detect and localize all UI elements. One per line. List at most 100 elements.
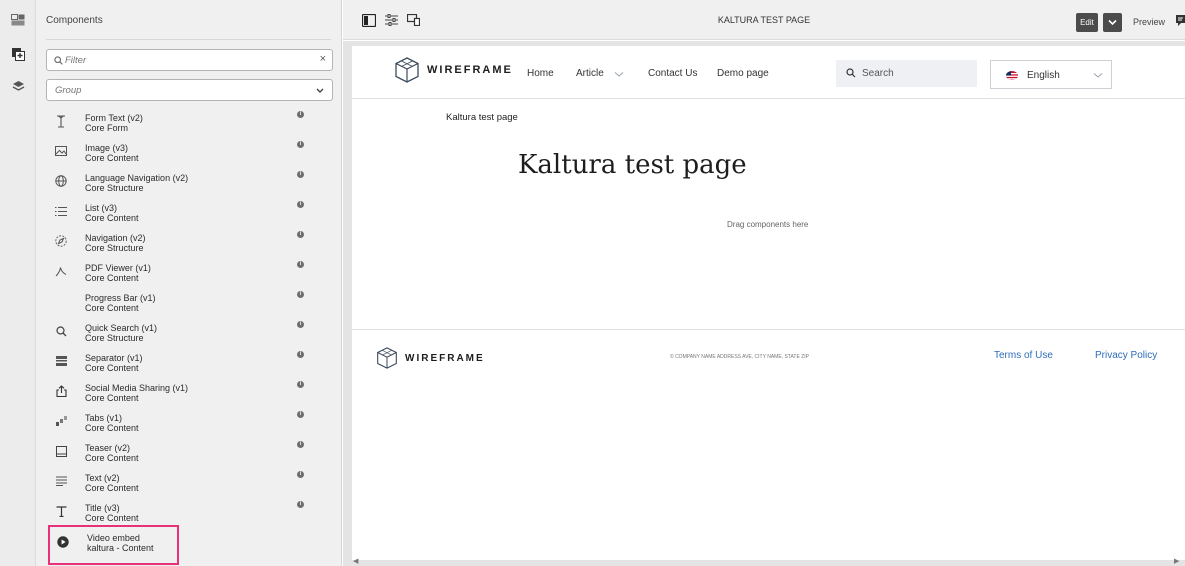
info-icon[interactable]: i — [297, 231, 304, 238]
info-icon[interactable]: i — [297, 321, 304, 328]
component-list: Form Text (v2) Core Form i Image (v3) Core C… — [46, 108, 326, 566]
info-icon[interactable]: i — [297, 261, 304, 268]
drop-zone-hint[interactable]: Drag components here — [727, 220, 808, 229]
nav-home[interactable]: Home — [527, 68, 554, 79]
component-group: Core Content — [85, 273, 139, 283]
panel-title: Components — [46, 15, 103, 26]
component-item[interactable]: Text (v2) Core Content i — [46, 468, 326, 498]
components-panel: Components Filter × Group Form Text (v2)… — [36, 0, 364, 566]
component-group: Core Content — [85, 213, 139, 223]
component-item[interactable]: Form Text (v2) Core Form i — [46, 108, 326, 138]
component-item[interactable]: List (v3) Core Content i — [46, 198, 326, 228]
component-group: Core Content — [85, 513, 139, 523]
component-item[interactable]: Tabs (v1) Core Content i — [46, 408, 326, 438]
component-item[interactable]: PDF Viewer (v1) Core Content i — [46, 258, 326, 288]
info-icon[interactable]: i — [297, 141, 304, 148]
chevron-down-icon — [1093, 73, 1103, 78]
site-logo-text: WIREFRAME — [427, 64, 513, 76]
cube-logo-icon — [395, 57, 419, 83]
component-title: List (v3) — [85, 203, 118, 213]
component-item[interactable]: Video embed kaltura - Content — [48, 525, 179, 565]
nav-article[interactable]: Article — [576, 68, 604, 79]
info-icon[interactable]: i — [297, 501, 304, 508]
component-item[interactable]: Language Navigation (v2) Core Structure i — [46, 168, 326, 198]
copyright-text: © COMPANY NAME ADDRESS AVE, CITY NAME, S… — [670, 354, 809, 360]
component-group: Core Content — [85, 303, 139, 313]
site-search-placeholder: Search — [862, 68, 894, 79]
chevron-down-icon[interactable] — [614, 71, 624, 78]
chevron-down-icon — [1108, 19, 1117, 26]
mode-dropdown-button[interactable] — [1103, 13, 1122, 32]
image-icon — [54, 144, 68, 158]
info-icon[interactable]: i — [297, 441, 304, 448]
terms-of-use-link[interactable]: Terms of Use — [994, 350, 1053, 361]
us-flag-icon — [1006, 71, 1018, 80]
compass-icon — [54, 234, 68, 248]
breadcrumb[interactable]: Kaltura test page — [446, 112, 518, 123]
component-group: Core Structure — [85, 333, 144, 343]
scroll-right-arrow[interactable]: ▶ — [1174, 557, 1179, 565]
component-group: kaltura - Content — [87, 543, 154, 553]
page-title: KALTURA TEST PAGE — [717, 15, 811, 25]
preview-button[interactable]: Preview — [1133, 17, 1165, 27]
component-title: Title (v3) — [85, 503, 120, 513]
clear-icon[interactable]: × — [320, 53, 326, 65]
filter-placeholder: Filter — [65, 55, 87, 66]
component-title: Teaser (v2) — [85, 443, 131, 453]
scroll-left-arrow[interactable]: ◀ — [353, 557, 358, 565]
chevron-down-icon — [316, 88, 324, 93]
component-title: Text (v2) — [85, 473, 120, 483]
component-item[interactable]: Separator (v1) Core Content i — [46, 348, 326, 378]
component-group: Core Structure — [85, 183, 144, 193]
component-title: Form Text (v2) — [85, 113, 143, 123]
component-group: Core Content — [85, 363, 139, 373]
site-logo[interactable]: WIREFRAME — [394, 57, 513, 83]
play-circle-icon — [56, 535, 70, 549]
annotations-icon[interactable] — [1176, 15, 1185, 29]
component-group: Core Content — [85, 423, 139, 433]
component-item[interactable]: Navigation (v2) Core Structure i — [46, 228, 326, 258]
filter-input[interactable]: Filter × — [46, 49, 333, 71]
assets-icon[interactable] — [8, 10, 28, 30]
info-icon[interactable]: i — [297, 351, 304, 358]
info-icon[interactable]: i — [297, 201, 304, 208]
components-icon[interactable] — [8, 44, 28, 64]
component-item[interactable]: Progress Bar (v1) Core Content i — [46, 288, 326, 318]
site-header: WIREFRAME Home Article Contact Us Demo p… — [352, 46, 1185, 99]
panel-divider — [46, 39, 331, 40]
language-selector[interactable]: English — [990, 60, 1112, 89]
globe-icon — [54, 174, 68, 188]
component-item[interactable]: Teaser (v2) Core Content i — [46, 438, 326, 468]
layers-icon[interactable] — [8, 76, 28, 96]
edit-mode-button[interactable]: Edit — [1076, 13, 1098, 32]
cube-logo-icon — [377, 347, 397, 369]
text-icon — [54, 474, 68, 488]
info-icon[interactable]: i — [297, 381, 304, 388]
component-title: Language Navigation (v2) — [85, 173, 189, 183]
info-icon[interactable]: i — [297, 291, 304, 298]
footer-logo[interactable]: WIREFRAME — [376, 347, 485, 369]
component-item[interactable]: Social Media Sharing (v1) Core Content i — [46, 378, 326, 408]
privacy-policy-link[interactable]: Privacy Policy — [1095, 350, 1157, 361]
info-icon[interactable]: i — [297, 411, 304, 418]
nav-demo-page[interactable]: Demo page — [717, 68, 769, 79]
component-title: Progress Bar (v1) — [85, 293, 156, 303]
component-title: Navigation (v2) — [85, 233, 146, 243]
info-icon[interactable]: i — [297, 171, 304, 178]
nav-contact-us[interactable]: Contact Us — [648, 68, 697, 79]
component-item[interactable]: Title (v3) Core Content i — [46, 498, 326, 528]
tabs-icon — [54, 414, 68, 428]
info-icon[interactable]: i — [297, 111, 304, 118]
text-cursor-icon — [54, 114, 68, 128]
component-title: Tabs (v1) — [85, 413, 123, 423]
search-icon — [54, 56, 63, 65]
component-group: Core Structure — [85, 243, 144, 253]
component-title: Image (v3) — [85, 143, 129, 153]
title-icon — [54, 504, 68, 518]
site-search-input[interactable]: Search — [836, 60, 977, 87]
list-icon — [54, 204, 68, 218]
group-select[interactable]: Group — [46, 79, 333, 101]
component-item[interactable]: Image (v3) Core Content i — [46, 138, 326, 168]
component-item[interactable]: Quick Search (v1) Core Structure i — [46, 318, 326, 348]
info-icon[interactable]: i — [297, 471, 304, 478]
